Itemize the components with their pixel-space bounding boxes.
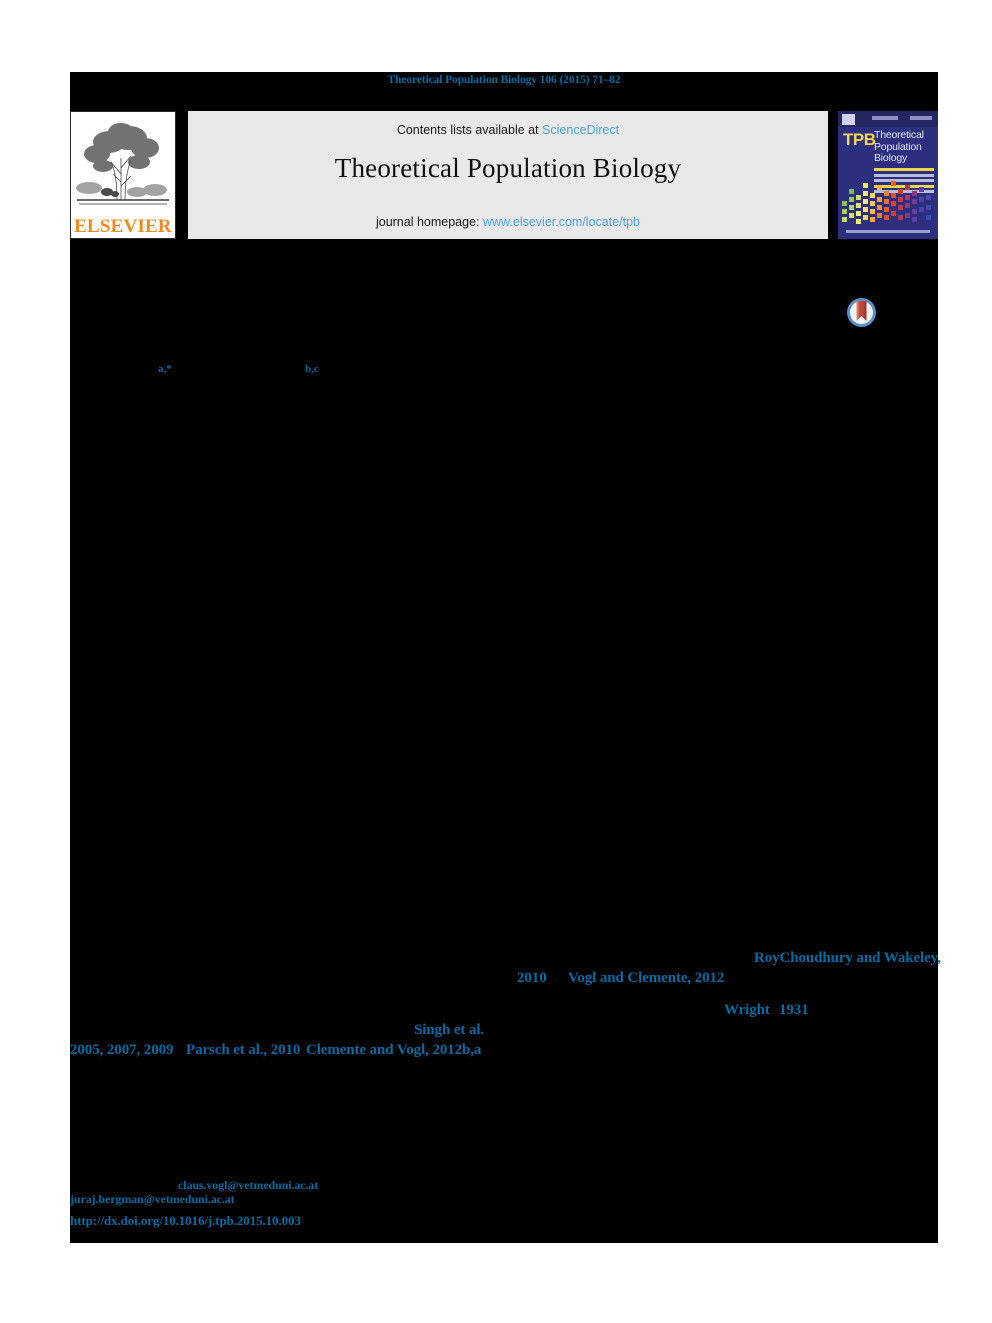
citation-link-vogl-clemente[interactable]: Vogl and Clemente, 2012	[568, 970, 724, 987]
citation-link-singh-years[interactable]: 2005, 2007, 2009	[70, 1042, 174, 1059]
cover-spectrum-graphic-icon	[842, 181, 931, 224]
affiliation-marker-second-author[interactable]: b,c	[305, 363, 319, 375]
cover-title: Theoretical Population Biology	[874, 129, 924, 165]
journal-title: Theoretical Population Biology	[334, 153, 682, 183]
cover-footer-rule	[846, 230, 930, 233]
elsevier-wordmark: ELSEVIER	[74, 216, 172, 237]
running-head: Theoretical Population Biology 106 (2015…	[387, 74, 621, 86]
cover-issn-line	[910, 116, 932, 120]
citation-link-clemente-vogl[interactable]: Clemente and Vogl, 2012b,a	[306, 1042, 481, 1059]
cover-title-line-1: Theoretical	[874, 129, 924, 141]
citation-link-parsch[interactable]: Parsch et al., 2010	[186, 1042, 300, 1059]
affiliation-marker-first-author[interactable]: a,*	[158, 363, 172, 375]
journal-masthead: ELSEVIER Contents lists available at Sci…	[70, 110, 938, 240]
cover-title-line-3: Biology	[874, 152, 908, 164]
corresponding-author-email-link[interactable]: claus.vogl@vetmeduni.ac.at	[178, 1178, 318, 1193]
contents-box: Contents lists available at ScienceDirec…	[188, 111, 828, 239]
second-author-email-link[interactable]: juraj.bergman@vetmeduni.ac.at	[70, 1192, 235, 1207]
journal-homepage-line: journal homepage: www.elsevier.com/locat…	[188, 215, 828, 229]
citation-link-roychoudhury-wakeley[interactable]: RoyChoudhury and Wakeley,	[754, 950, 941, 967]
cover-issue-line	[872, 116, 898, 120]
contents-lists-line: Contents lists available at ScienceDirec…	[188, 123, 828, 137]
sciencedirect-link[interactable]: ScienceDirect	[542, 123, 619, 137]
citation-link-roychoudhury-wakeley-year[interactable]: 2010	[517, 970, 547, 987]
journal-homepage-link[interactable]: www.elsevier.com/locate/tpb	[483, 215, 640, 229]
contents-lists-prefix: Contents lists available at	[396, 123, 543, 137]
citation-link-wright[interactable]: Wright	[724, 1002, 770, 1019]
elsevier-tree-icon	[71, 112, 175, 208]
cover-elsevier-mark-icon	[842, 114, 855, 125]
doi-link[interactable]: http://dx.doi.org/10.1016/j.tpb.2015.10.…	[70, 1213, 301, 1229]
cover-abbrev: TPB	[843, 130, 876, 149]
citation-link-singh[interactable]: Singh et al.	[414, 1022, 484, 1039]
masked-article-body	[70, 72, 938, 1243]
elsevier-logo: ELSEVIER	[70, 111, 176, 239]
journal-homepage-prefix: journal homepage:	[375, 215, 483, 229]
crossmark-badge-icon[interactable]	[845, 296, 878, 329]
citation-link-wright-year[interactable]: 1931	[779, 1002, 809, 1019]
journal-cover-thumbnail: TPB Theoretical Population Biology	[838, 111, 938, 239]
